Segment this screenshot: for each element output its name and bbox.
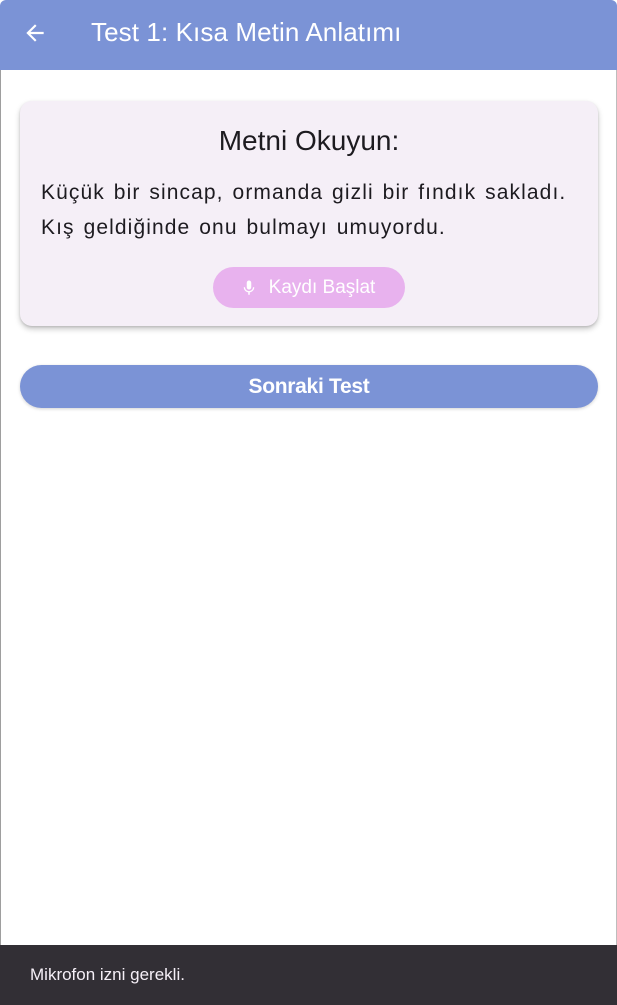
- next-test-button[interactable]: Sonraki Test: [20, 365, 598, 408]
- left-divider: [0, 70, 1, 945]
- snackbar-message: Mikrofon izni gerekli.: [30, 965, 185, 984]
- start-recording-label: Kaydı Başlat: [268, 276, 376, 298]
- arrow-back-icon: [22, 20, 48, 51]
- next-test-label: Sonraki Test: [248, 374, 370, 398]
- reading-text-line: Küçük bir sincap, ormanda gizli bir fınd…: [41, 181, 567, 204]
- microphone-icon: [239, 278, 259, 298]
- reading-card: Metni Okuyun: Küçük bir sincap, ormanda …: [20, 101, 598, 326]
- start-recording-button[interactable]: Kaydı Başlat: [213, 267, 405, 308]
- snackbar: Mikrofon izni gerekli.: [0, 945, 617, 1005]
- reading-text-line: Kış geldiğinde onu bulmayı umuyordu.: [41, 216, 446, 239]
- reading-text: Küçük bir sincap, ormanda gizli bir fınd…: [41, 175, 581, 245]
- back-button[interactable]: [14, 15, 56, 55]
- app-bar: Test 1: Kısa Metin Anlatımı: [0, 0, 617, 70]
- page-title: Test 1: Kısa Metin Anlatımı: [91, 17, 402, 47]
- card-title: Metni Okuyun:: [218, 125, 400, 156]
